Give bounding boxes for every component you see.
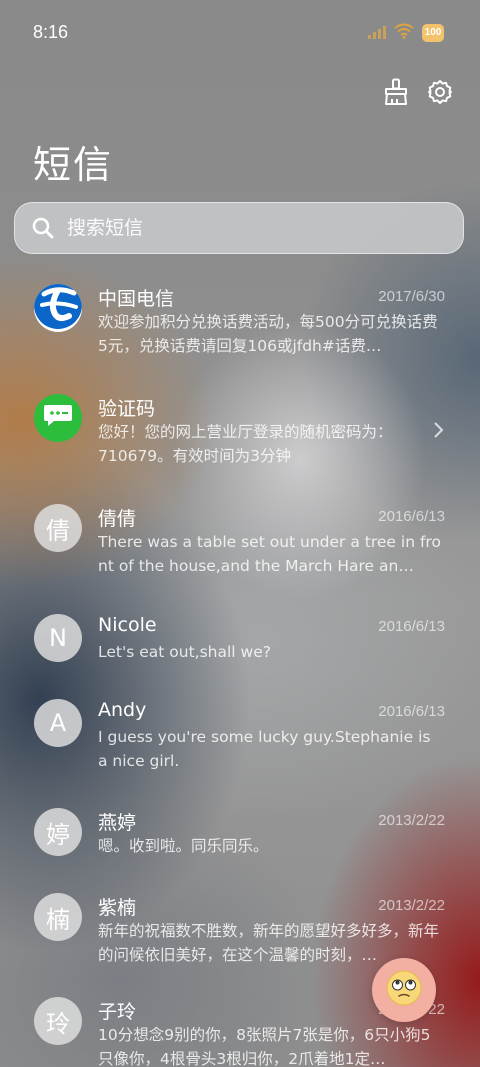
status-time: 8:16 [33,22,69,42]
header-actions [382,78,454,110]
avatar [34,284,82,332]
clean-button[interactable] [382,78,410,110]
avatar: 婷 [34,808,82,856]
gear-icon [427,79,453,109]
conversation-name: Andy [98,699,147,721]
conversation-date: 2013/2/22 [378,812,445,829]
conversation-name: 验证码 [98,398,156,420]
search-bar[interactable] [14,202,464,254]
conversation-name: 中国电信 [98,288,175,310]
search-icon [31,216,55,240]
avatar: 倩 [34,504,82,552]
conversation-item[interactable]: 中国电信 2017/6/30 欢迎参加积分兑换话费活动，每500分可兑换话费5元… [0,270,480,370]
conversation-name: 子玲 [98,1001,137,1023]
compose-button[interactable] [372,958,436,1022]
signal-icon [368,24,386,43]
conversation-preview: I guess you're some lucky guy.Stephanie … [98,728,431,770]
conversation-preview: 欢迎参加积分兑换话费活动，每500分可兑换话费5元，兑换话费请回复106或jfd… [98,313,438,355]
verification-code-icon [42,401,74,435]
conversation-preview: 您好！您的网上营业厅登录的随机密码为：710679。有效时间为3分钟 [98,423,393,465]
conversation-item[interactable]: A Andy 2016/6/13 I guess you're some luc… [0,685,480,785]
search-input[interactable] [65,216,429,240]
wifi-icon [394,23,414,43]
conversation-date: 2016/6/13 [378,618,445,635]
conversation-date: 2013/2/22 [378,897,445,914]
screen: 8:16 100 短信 搜索短信 中国电信 2017/6/30 欢迎参加积分兑换… [0,0,480,1067]
conversation-date: 2016/6/13 [378,703,445,720]
page-title: 短信 [33,143,114,187]
conversation-preview: There was a table set out under a tree i… [98,533,441,575]
battery-indicator: 100 [422,24,444,42]
conversation-preview: 嗯。收到啦。同乐同乐。 [98,837,269,855]
conversation-item[interactable]: 验证码 您好！您的网上营业厅登录的随机密码为：710679。有效时间为3分钟 [0,380,480,480]
avatar: N [34,614,82,662]
avatar: A [34,699,82,747]
broom-icon [383,78,409,110]
status-icons: 100 [368,23,444,43]
conversation-date: 2016/6/13 [378,508,445,525]
conversation-preview: 10分想念9别的你，8张照片7张是你，6只小狗5只像你，4根骨头3根归你，2爪着… [98,1026,431,1067]
status-bar: 8:16 100 [0,0,480,68]
conversation-preview: Let's eat out,shall we? [98,643,271,661]
conversation-name: 倩倩 [98,508,137,530]
conversation-name: 燕婷 [98,812,137,834]
avatar [34,394,82,442]
chevron-right-icon [432,418,446,442]
conversation-name: 紫楠 [98,897,137,919]
conversation-item[interactable]: 倩 倩倩 2016/6/13 There was a table set out… [0,490,480,590]
conversation-date: 2017/6/30 [378,288,445,305]
china-telecom-logo-icon [34,284,82,332]
settings-button[interactable] [426,80,454,108]
conversation-name: Nicole [98,614,157,636]
avatar: 楠 [34,893,82,941]
avatar: 玲 [34,997,82,1045]
face-emoji-icon [384,968,424,1012]
